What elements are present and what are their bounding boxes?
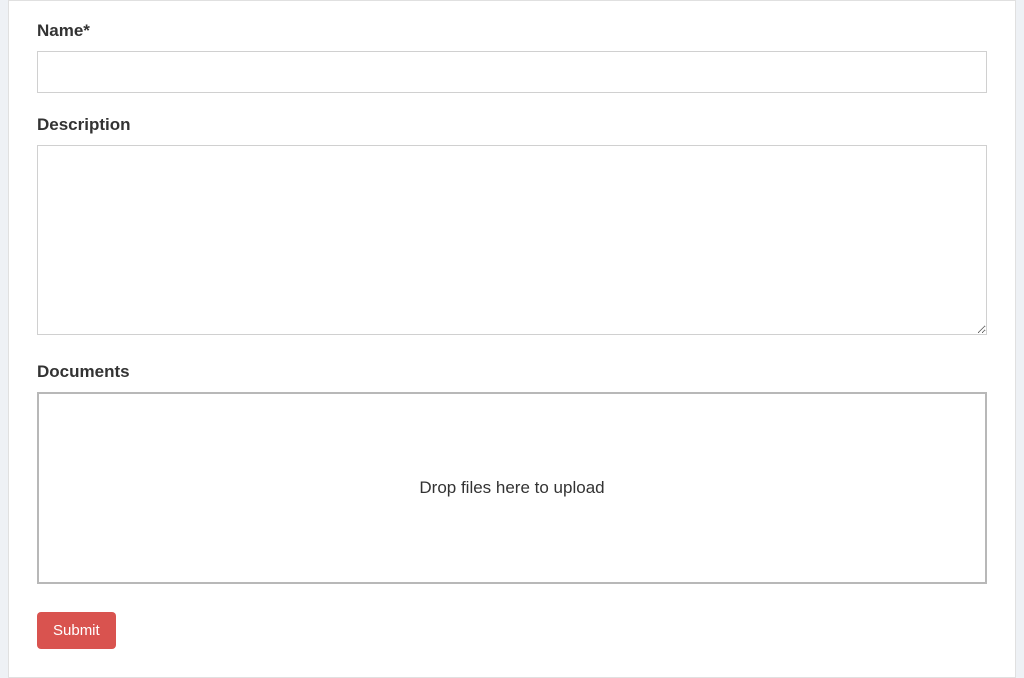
name-input[interactable] <box>37 51 987 93</box>
documents-dropzone[interactable]: Drop files here to upload <box>37 392 987 584</box>
documents-group: Documents Drop files here to upload <box>37 362 987 584</box>
description-textarea[interactable] <box>37 145 987 335</box>
description-label: Description <box>37 115 987 135</box>
form-panel: Name* Description Documents Drop files h… <box>8 0 1016 678</box>
submit-button[interactable]: Submit <box>37 612 116 649</box>
name-group: Name* <box>37 21 987 93</box>
description-group: Description <box>37 115 987 340</box>
dropzone-instruction: Drop files here to upload <box>419 478 604 498</box>
documents-label: Documents <box>37 362 987 382</box>
name-label: Name* <box>37 21 987 41</box>
